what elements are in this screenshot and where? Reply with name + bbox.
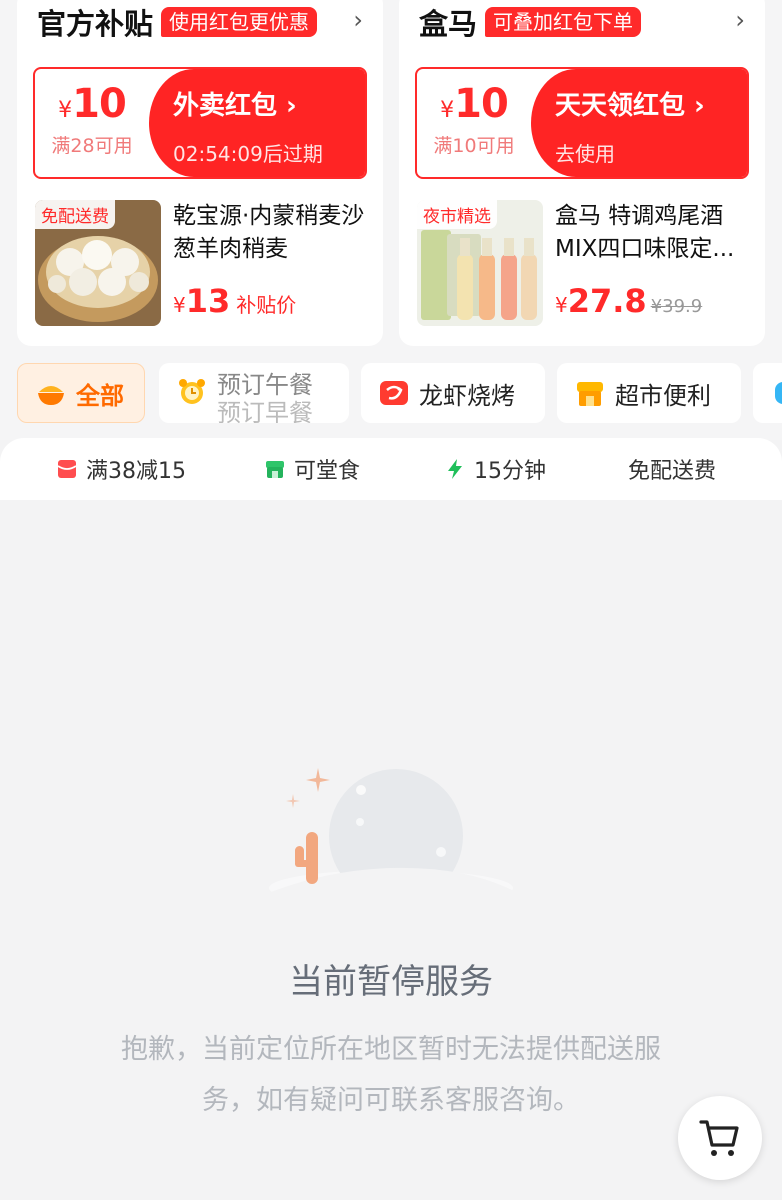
coupon-expiry: 02:54:09后过期: [173, 142, 323, 166]
subsidy-card-title: 官方补贴: [37, 7, 154, 41]
product-name: 盒马 特调鸡尾酒MIX四口味限定...: [555, 203, 735, 262]
filter-label: 15分钟: [474, 459, 546, 484]
coupon-currency: ¥: [58, 98, 73, 123]
empty-state: 当前暂停服务 抱歉，当前定位所在地区暂时无法提供配送服务，如有疑问可联系客服咨询…: [0, 500, 782, 1200]
category-supermarket[interactable]: 超市便利: [557, 363, 741, 423]
price-value: 27.8: [567, 282, 647, 320]
subsidy-card-header[interactable]: 官方补贴 使用红包更优惠 ›: [37, 4, 363, 41]
product-price: ¥13 补贴价: [173, 282, 296, 320]
product-badge: 夜市精选: [417, 200, 497, 229]
category-all[interactable]: 全部: [17, 363, 145, 423]
filter-fast-delivery[interactable]: 15分钟: [444, 438, 546, 500]
product-image: 夜市精选: [417, 200, 543, 326]
product-image: 免配送费: [35, 200, 161, 326]
price-currency: ¥: [173, 293, 186, 317]
coupon-amount: 10: [454, 81, 509, 127]
chevron-right-icon[interactable]: ›: [353, 6, 363, 34]
coupon-condition: 满10可用: [433, 135, 515, 157]
category-bar: 全部 预订午餐 预订早餐 龙虾烧烤 超市便利: [17, 363, 782, 423]
filter-discount[interactable]: 满38减15: [56, 438, 186, 500]
price-currency: ¥: [555, 293, 568, 317]
coupon-use: 去使用: [555, 142, 615, 166]
subsidy-card[interactable]: 官方补贴 使用红包更优惠 › ¥10 满28可用 外卖红包 › 02:54:09…: [17, 0, 383, 346]
price-value: 13: [185, 282, 231, 320]
category-icon: [775, 382, 782, 404]
category-label: 预订午餐: [217, 371, 313, 399]
subsidy-coupon[interactable]: ¥10 满28可用 外卖红包 › 02:54:09后过期: [33, 67, 367, 179]
red-packet-icon: [57, 460, 77, 478]
empty-state-title: 当前暂停服务: [289, 962, 493, 1002]
coupon-action[interactable]: 天天领红包 › 去使用: [531, 69, 747, 177]
category-more[interactable]: [753, 363, 782, 423]
price-tag: 补贴价: [236, 293, 297, 317]
coupon-currency: ¥: [440, 98, 455, 123]
coupon-name: 外卖红包 ›: [173, 91, 297, 121]
filter-bar: 满38减15 可堂食 15分钟 免配送费: [0, 438, 782, 500]
coupon-amount: 10: [72, 81, 127, 127]
category-label: 全部: [76, 381, 124, 410]
bowl-icon: [38, 386, 64, 405]
moon-cactus-illustration: [266, 768, 516, 910]
chevron-right-icon[interactable]: ›: [735, 6, 745, 34]
coupon-value: ¥10 满28可用: [35, 69, 149, 177]
shop-icon: [266, 461, 284, 478]
filter-label: 可堂食: [294, 459, 361, 484]
original-price: ¥39.9: [650, 296, 703, 317]
coupon-value: ¥10 满10可用: [417, 69, 531, 177]
filter-label: 免配送费: [628, 459, 717, 484]
hema-card-tag: 可叠加红包下单: [485, 7, 642, 37]
hema-card-title: 盒马: [419, 7, 478, 41]
shopping-cart-icon: [699, 1120, 739, 1156]
category-label: 超市便利: [615, 381, 711, 410]
filter-dine-in[interactable]: 可堂食: [264, 438, 360, 500]
hema-card-header[interactable]: 盒马 可叠加红包下单 ›: [419, 4, 745, 41]
product-name: 乾宝源·内蒙稍麦沙葱羊肉稍麦: [173, 203, 365, 262]
category-label-secondary: 预订早餐: [217, 399, 313, 423]
empty-state-description: 抱歉，当前定位所在地区暂时无法提供配送服务，如有疑问可联系客服咨询。: [121, 1034, 661, 1116]
store-icon: [577, 382, 603, 406]
product-price: ¥27.8 ¥39.9: [555, 282, 702, 320]
subsidy-card-tag: 使用红包更优惠: [161, 7, 318, 37]
coupon-condition: 满28可用: [51, 135, 133, 157]
coupon-name: 天天领红包 ›: [555, 91, 705, 121]
subsidy-product[interactable]: 免配送费 乾宝源·内蒙稍麦沙葱羊肉稍麦 ¥13 补贴价: [35, 200, 369, 326]
hema-coupon[interactable]: ¥10 满10可用 天天领红包 › 去使用: [415, 67, 749, 179]
category-reservation[interactable]: 预订午餐 预订早餐: [159, 363, 349, 423]
cart-button[interactable]: [678, 1096, 762, 1180]
product-badge: 免配送费: [35, 200, 115, 229]
filter-label: 满38减15: [86, 459, 186, 484]
filter-free-delivery[interactable]: 免配送费: [628, 438, 716, 500]
coupon-action[interactable]: 外卖红包 › 02:54:09后过期: [149, 69, 365, 177]
category-label: 龙虾烧烤: [419, 381, 515, 410]
hema-product[interactable]: 夜市精选 盒马 特调鸡尾酒MIX四口味限定... ¥27.8 ¥39.9: [417, 200, 751, 326]
category-lobster-bbq[interactable]: 龙虾烧烤: [361, 363, 545, 423]
hema-card[interactable]: 盒马 可叠加红包下单 › ¥10 满10可用 天天领红包 › 去使用 夜市精选 …: [399, 0, 765, 346]
lightning-icon: [448, 459, 462, 479]
lobster-icon: [380, 381, 408, 405]
alarm-clock-icon: [179, 379, 205, 404]
